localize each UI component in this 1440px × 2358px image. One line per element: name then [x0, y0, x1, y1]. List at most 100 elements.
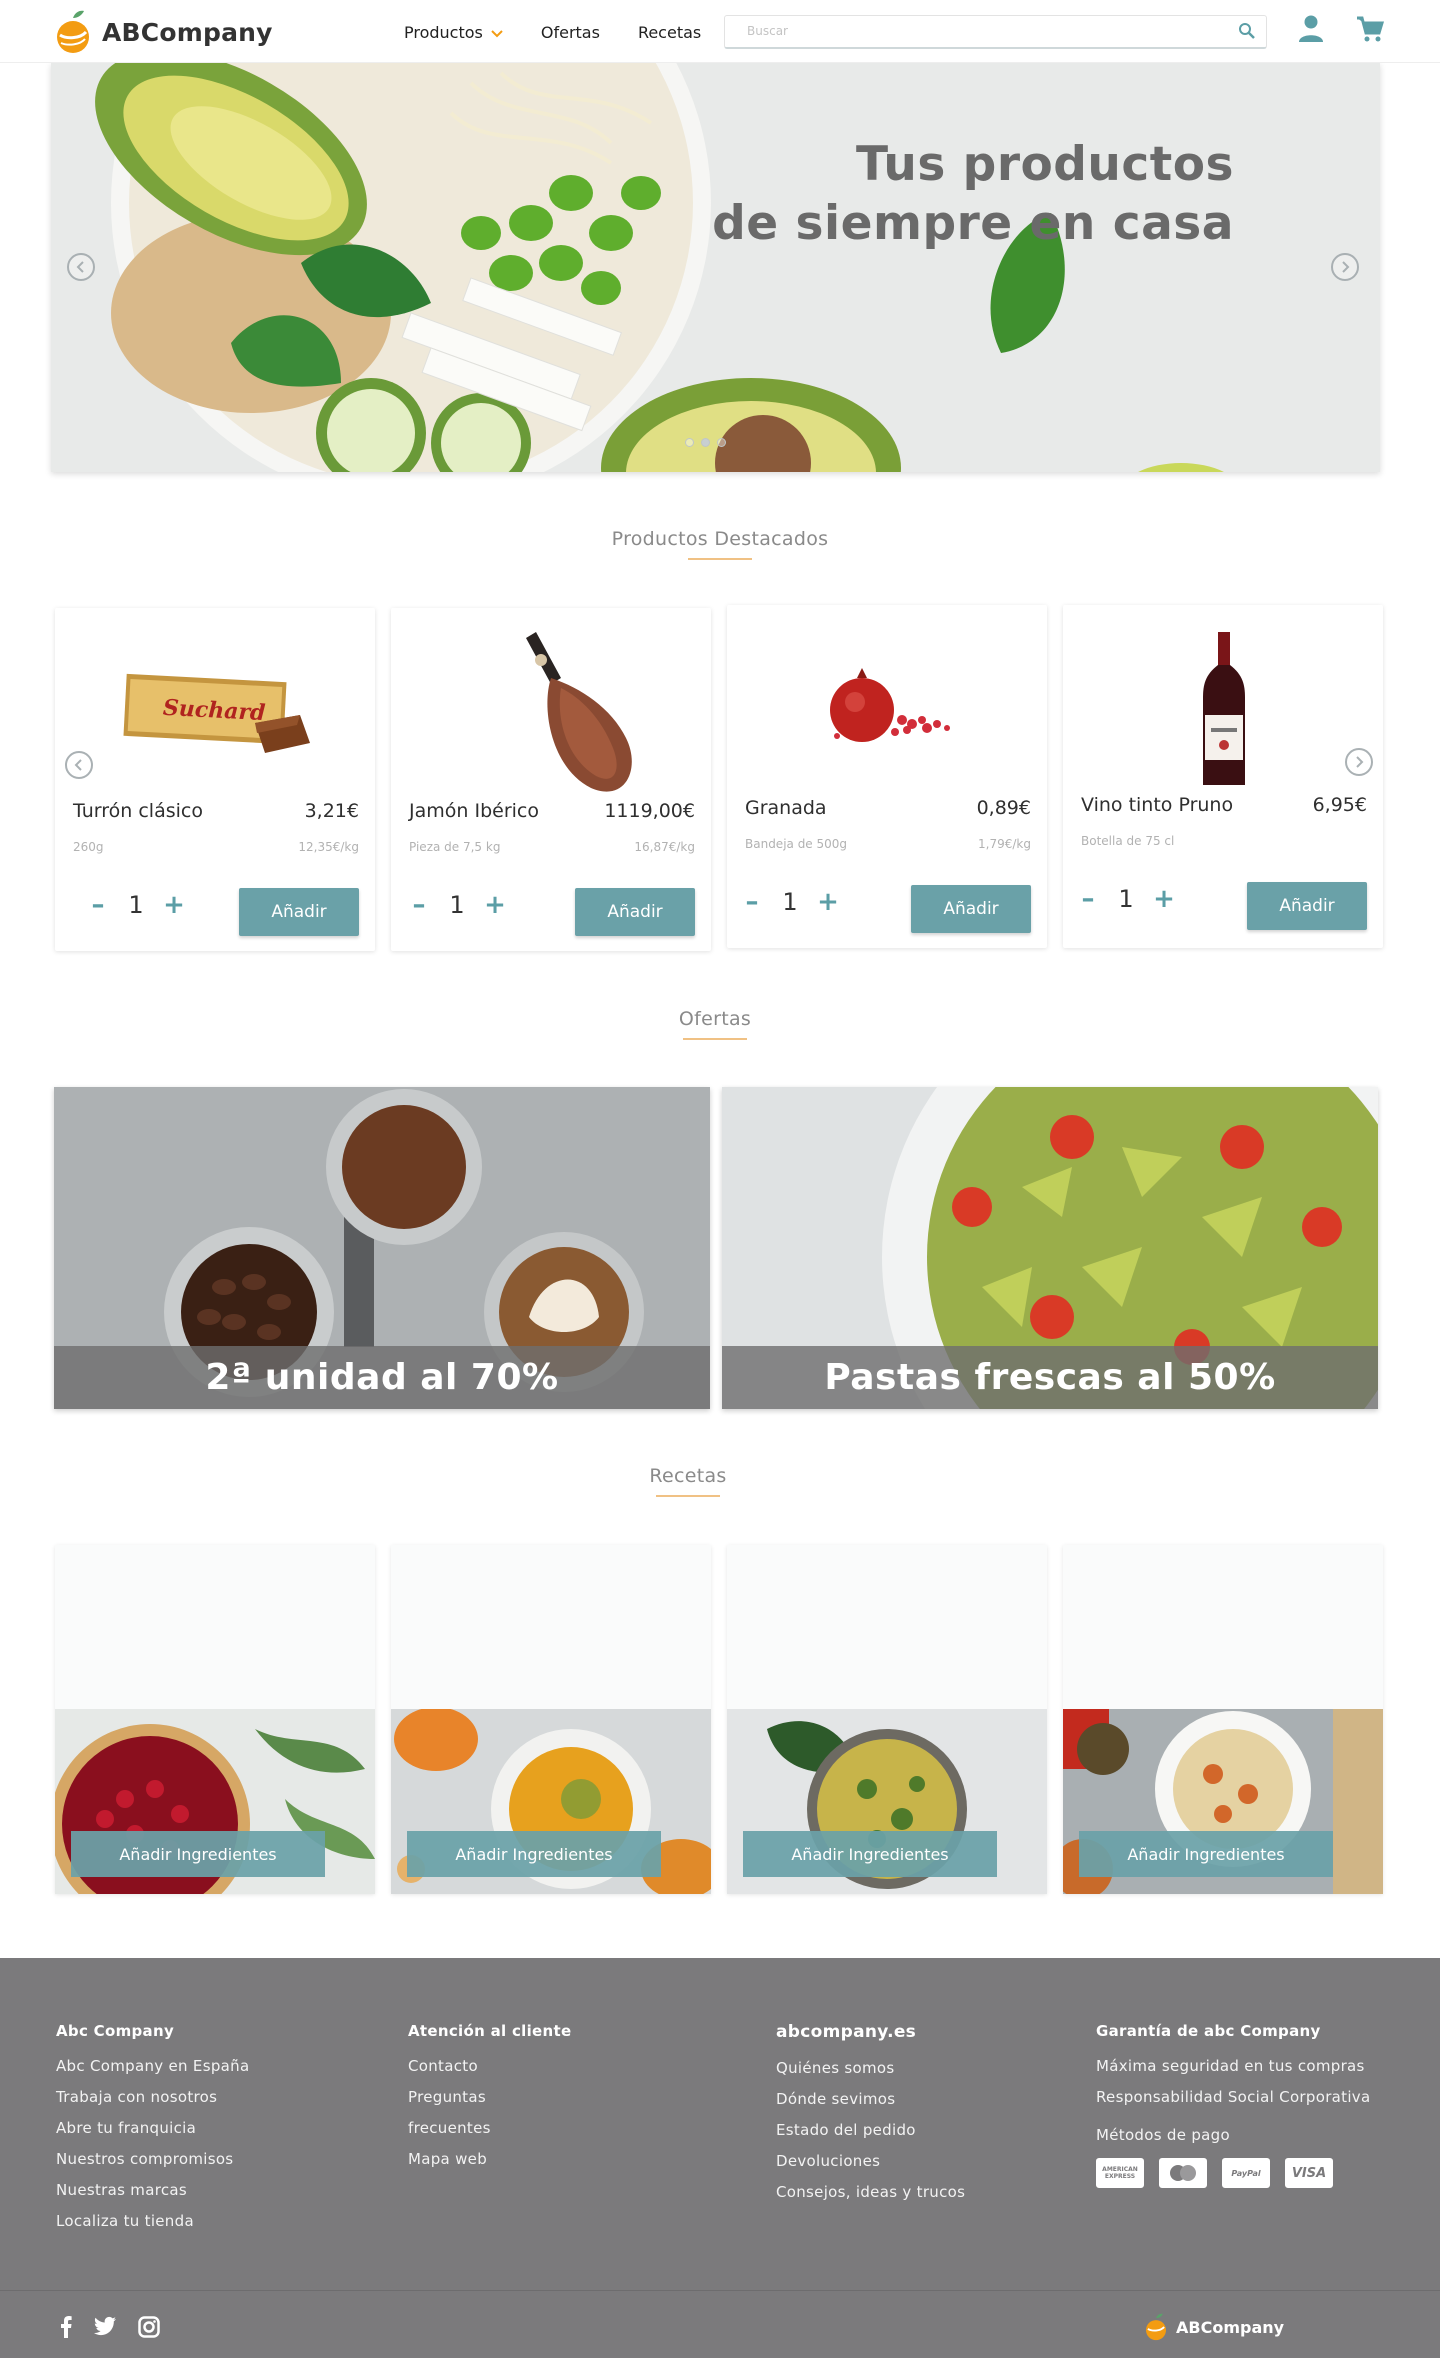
offers-title-text: Ofertas — [678, 1008, 752, 1030]
chevron-right-icon — [1356, 756, 1364, 768]
footer-link[interactable]: Localiza tu tienda — [56, 2212, 249, 2230]
footer-brand-logo[interactable]: ABCompany — [1144, 2312, 1284, 2342]
footer-link[interactable]: Estado del pedido — [776, 2121, 965, 2139]
search-bar — [724, 15, 1267, 49]
quantity-value[interactable]: 1 — [111, 891, 161, 919]
plus-button[interactable]: + — [161, 890, 187, 920]
minus-button[interactable]: – — [406, 890, 432, 920]
footer-link[interactable]: Abc Company en España — [56, 2057, 249, 2075]
product-card-jamon: Jamón Ibérico 1119,00€ Pieza de 7,5 kg 1… — [391, 608, 711, 951]
product-card-granada: Granada 0,89€ Bandeja de 500g 1,79€/kg –… — [727, 605, 1047, 948]
quantity-value[interactable]: 1 — [765, 888, 815, 916]
hero-title: Tus productos de siempre en casa — [712, 135, 1234, 253]
nav-productos[interactable]: Productos — [404, 23, 503, 42]
orange-logo-icon — [1146, 2313, 1166, 2341]
add-to-cart-button[interactable]: Añadir — [1247, 882, 1367, 930]
plus-button[interactable]: + — [1151, 884, 1177, 914]
twitter-icon[interactable] — [94, 2316, 116, 2342]
footer-link[interactable]: Dónde sevimos — [776, 2090, 965, 2108]
main-nav: Productos Ofertas Recetas — [404, 23, 739, 42]
recipe-card-soup: Añadir Ingredientes — [391, 1545, 711, 1894]
mastercard-icon — [1159, 2158, 1207, 2188]
quantity-value[interactable]: 1 — [1101, 885, 1151, 913]
carousel-dot[interactable] — [717, 438, 726, 447]
add-ingredients-button[interactable]: Añadir Ingredientes — [743, 1831, 997, 1877]
product-price: 3,21€ — [304, 800, 359, 822]
product-unit-price: 12,35€/kg — [298, 840, 359, 854]
minus-button[interactable]: – — [1075, 884, 1101, 914]
footer-link[interactable]: Quiénes somos — [776, 2059, 965, 2077]
minus-button[interactable]: – — [85, 890, 111, 920]
carousel-dot[interactable] — [685, 438, 694, 447]
instagram-icon[interactable] — [138, 2316, 160, 2342]
title-underline — [656, 1495, 720, 1497]
add-ingredients-button[interactable]: Añadir Ingredientes — [1079, 1831, 1333, 1877]
footer-link[interactable]: Nuestros compromisos — [56, 2150, 249, 2168]
offer-card-pasta[interactable]: Pastas frescas al 50% — [722, 1087, 1378, 1409]
quantity-stepper: – 1 + — [406, 890, 508, 920]
recipes-title-text: Recetas — [649, 1465, 727, 1487]
add-ingredients-button[interactable]: Añadir Ingredientes — [71, 1831, 325, 1877]
product-image-granada — [727, 605, 1047, 805]
footer-link[interactable]: Preguntas — [408, 2088, 571, 2106]
footer-link[interactable]: Abre tu franquicia — [56, 2119, 249, 2137]
nav-ofertas[interactable]: Ofertas — [541, 23, 600, 42]
footer-link[interactable]: Responsabilidad Social Corporativa — [1096, 2088, 1370, 2106]
footer-col-company: Abc Company Abc Company en España Trabaj… — [56, 2022, 249, 2243]
hero-next-button[interactable] — [1331, 253, 1359, 281]
plus-button[interactable]: + — [815, 887, 841, 917]
user-icon[interactable] — [1298, 14, 1324, 48]
payment-methods: AMERICAN EXPRESS PayPal VISA — [1096, 2158, 1370, 2188]
chevron-left-icon — [74, 759, 82, 771]
minus-button[interactable]: – — [739, 887, 765, 917]
social-links — [60, 2316, 182, 2342]
footer-link[interactable]: Consejos, ideas y trucos — [776, 2183, 965, 2201]
footer-col-site: abcompany.es Quiénes somos Dónde sevimos… — [776, 2022, 965, 2214]
product-name: Turrón clásico — [73, 800, 203, 822]
products-next-button[interactable] — [1345, 748, 1373, 776]
hero-prev-button[interactable] — [67, 253, 95, 281]
footer-link[interactable]: Mapa web — [408, 2150, 571, 2168]
products-prev-button[interactable] — [65, 751, 93, 779]
footer-link[interactable]: Nuestras marcas — [56, 2181, 249, 2199]
facebook-icon[interactable] — [60, 2316, 72, 2342]
offer-label: Pastas frescas al 50% — [824, 1357, 1276, 1398]
product-image-turron: Suchard — [55, 608, 375, 808]
footer-col-guarantee: Garantía de abc Company Máxima seguridad… — [1096, 2022, 1370, 2188]
footer-link[interactable]: Devoluciones — [776, 2152, 965, 2170]
offer-label-band: 2ª unidad al 70% — [54, 1346, 710, 1409]
add-to-cart-button[interactable]: Añadir — [239, 888, 359, 936]
footer-link[interactable]: Métodos de pago — [1096, 2126, 1370, 2144]
footer-col-support: Atención al cliente Contacto Preguntas f… — [408, 2022, 571, 2181]
quantity-stepper: – 1 + — [1075, 884, 1177, 914]
product-unit-price: 16,87€/kg — [634, 840, 695, 854]
product-price: 1119,00€ — [604, 800, 695, 822]
search-icon[interactable] — [1238, 22, 1256, 44]
footer-link[interactable]: Máxima seguridad en tus compras — [1096, 2057, 1370, 2075]
visa-icon: VISA — [1285, 2158, 1333, 2188]
footer-brand-name: ABCompany — [1176, 2317, 1285, 2337]
plus-button[interactable]: + — [482, 890, 508, 920]
hero-title-line2: de siempre en casa — [712, 196, 1234, 251]
footer-link[interactable]: Contacto — [408, 2057, 571, 2075]
search-input[interactable] — [747, 16, 1227, 46]
product-price: 0,89€ — [976, 797, 1031, 819]
brand-logo[interactable]: ABCompany — [54, 8, 273, 56]
cart-icon[interactable] — [1355, 14, 1385, 48]
chevron-right-icon — [1342, 261, 1350, 273]
quantity-value[interactable]: 1 — [432, 891, 482, 919]
recipe-card-salad: Añadir Ingredientes — [727, 1545, 1047, 1894]
product-description: 260g — [73, 840, 104, 854]
footer-link[interactable]: Trabaja con nosotros — [56, 2088, 249, 2106]
nav-recetas[interactable]: Recetas — [638, 23, 701, 42]
add-to-cart-button[interactable]: Añadir — [575, 888, 695, 936]
add-to-cart-button[interactable]: Añadir — [911, 885, 1031, 933]
hero-banner: Tus productos de siempre en casa — [51, 63, 1380, 472]
add-ingredients-button[interactable]: Añadir Ingredientes — [407, 1831, 661, 1877]
offer-card-coffee[interactable]: 2ª unidad al 70% — [54, 1087, 710, 1409]
footer-heading: abcompany.es — [776, 2022, 917, 2042]
footer-link[interactable]: frecuentes — [408, 2119, 571, 2137]
hero-title-line1: Tus productos — [855, 137, 1234, 192]
footer-heading: Garantía de abc Company — [1096, 2022, 1321, 2040]
carousel-dot-active[interactable] — [701, 438, 710, 447]
